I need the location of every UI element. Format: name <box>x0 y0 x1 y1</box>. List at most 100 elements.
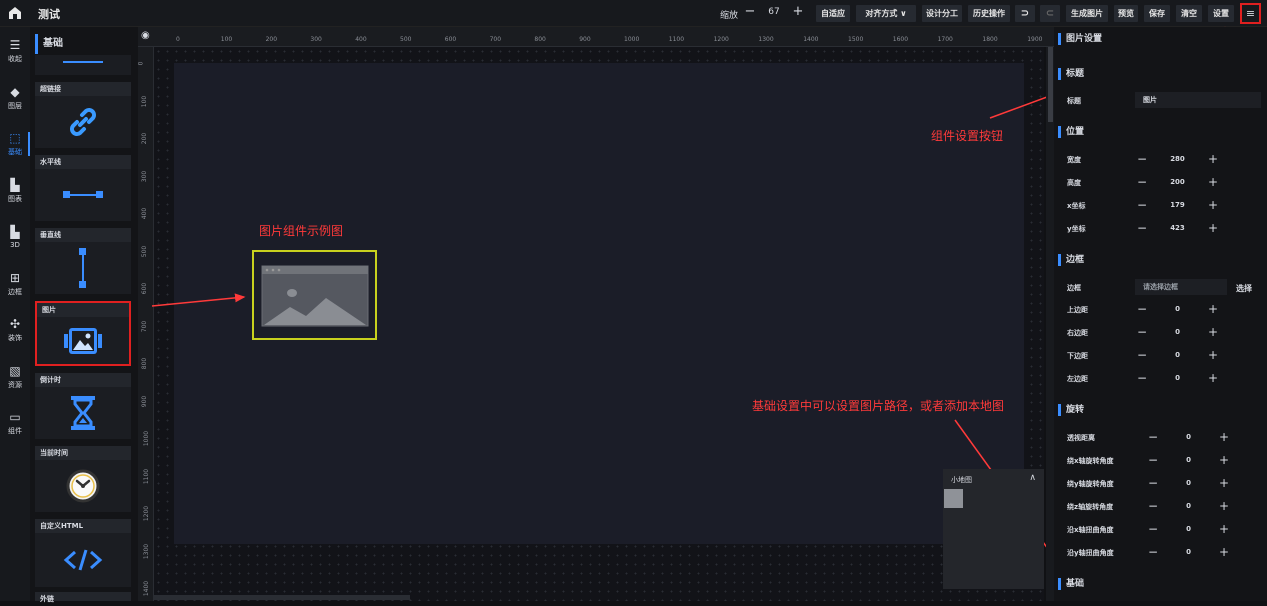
border-choose-button[interactable]: 选择 <box>1236 283 1252 294</box>
stepper-value[interactable]: 0 <box>1152 324 1203 341</box>
increment-button[interactable]: + <box>1205 301 1221 317</box>
history-button[interactable]: 历史操作 <box>968 5 1010 22</box>
number-stepper[interactable]: −0 + <box>1145 498 1232 515</box>
nav-item-8[interactable]: ▭ 组件 <box>0 403 30 443</box>
redo-button[interactable]: ⊂ <box>1040 5 1060 22</box>
vertical-scrollbar[interactable] <box>1046 47 1054 601</box>
stepper-value[interactable]: 0 <box>1163 429 1214 446</box>
undo-button[interactable]: ⊃ <box>1015 5 1035 22</box>
increment-button[interactable]: + <box>1205 220 1221 236</box>
number-stepper[interactable]: −0 + <box>1145 429 1232 446</box>
decrement-button[interactable]: − <box>1145 429 1161 445</box>
decrement-button[interactable]: − <box>1145 498 1161 514</box>
increment-button[interactable]: + <box>1216 475 1232 491</box>
increment-button[interactable]: + <box>1205 151 1221 167</box>
stepper-value[interactable]: 280 <box>1152 151 1203 168</box>
settings-button[interactable]: 设置 <box>1208 5 1234 22</box>
nav-item-7[interactable]: ▧ 资源 <box>0 357 30 397</box>
nav-item-4[interactable]: ▙ 3D <box>0 217 30 257</box>
stepper-value[interactable]: 0 <box>1152 301 1203 318</box>
zoom-value[interactable]: 67 <box>760 7 788 17</box>
decrement-button[interactable]: − <box>1134 174 1150 190</box>
decrement-button[interactable]: − <box>1145 544 1161 560</box>
number-stepper[interactable]: −0 + <box>1134 370 1221 387</box>
card-custom-html[interactable]: 自定义HTML <box>35 519 131 587</box>
increment-button[interactable]: + <box>1205 347 1221 363</box>
vertical-scrollbar-thumb[interactable] <box>1048 47 1053 122</box>
nav-item-1[interactable]: ◆ 图层 <box>0 78 30 118</box>
decrement-button[interactable]: − <box>1134 370 1150 386</box>
stepper-value[interactable]: 0 <box>1163 544 1214 561</box>
zoom-out-button[interactable]: − <box>742 5 758 19</box>
decrement-button[interactable]: − <box>1134 197 1150 213</box>
horizontal-scrollbar[interactable] <box>154 595 410 600</box>
nav-item-6[interactable]: ✣ 装饰 <box>0 310 30 350</box>
decrement-button[interactable]: − <box>1134 324 1150 340</box>
stepper-value[interactable]: 0 <box>1152 370 1203 387</box>
number-stepper[interactable]: −0 + <box>1134 301 1221 318</box>
align-dropdown[interactable]: 对齐方式 ∨ <box>856 5 916 22</box>
image-component-example[interactable] <box>252 250 377 340</box>
nav-item-5[interactable]: ⊞ 边框 <box>0 264 30 304</box>
increment-button[interactable]: + <box>1205 370 1221 386</box>
number-stepper[interactable]: −179 + <box>1134 197 1221 214</box>
save-button[interactable]: 保存 <box>1144 5 1170 22</box>
number-stepper[interactable]: −0 + <box>1134 347 1221 364</box>
stepper-value[interactable]: 179 <box>1152 197 1203 214</box>
preview-button[interactable]: 预览 <box>1114 5 1138 22</box>
decrement-button[interactable]: − <box>1134 347 1150 363</box>
decrement-button[interactable]: − <box>1145 452 1161 468</box>
number-stepper[interactable]: −280 + <box>1134 151 1221 168</box>
number-stepper[interactable]: −423 + <box>1134 220 1221 237</box>
stepper-value[interactable]: 0 <box>1163 475 1214 492</box>
stepper-value[interactable]: 0 <box>1152 347 1203 364</box>
number-stepper[interactable]: −0 + <box>1145 452 1232 469</box>
number-stepper[interactable]: −0 + <box>1134 324 1221 341</box>
increment-button[interactable]: + <box>1216 498 1232 514</box>
decrement-button[interactable]: − <box>1145 475 1161 491</box>
increment-button[interactable]: + <box>1205 174 1221 190</box>
number-stepper[interactable]: −0 + <box>1145 521 1232 538</box>
decrement-button[interactable]: − <box>1145 521 1161 537</box>
decrement-button[interactable]: − <box>1134 301 1150 317</box>
zoom-in-button[interactable]: + <box>790 5 806 19</box>
stepper-value[interactable]: 0 <box>1163 452 1214 469</box>
home-icon[interactable] <box>8 6 22 20</box>
eye-icon[interactable]: ◉ <box>141 30 150 41</box>
chevron-up-icon[interactable]: ∧ <box>1029 473 1036 483</box>
number-stepper[interactable]: −0 + <box>1145 544 1232 561</box>
generate-image-button[interactable]: 生成图片 <box>1066 5 1108 22</box>
card-current-time[interactable]: 当前时间 <box>35 446 131 512</box>
increment-button[interactable]: + <box>1205 324 1221 340</box>
border-select[interactable]: 请选择边框 <box>1135 279 1227 295</box>
card-countdown[interactable]: 倒计时 <box>35 373 131 439</box>
increment-button[interactable]: + <box>1216 521 1232 537</box>
minimap[interactable]: 小地图 ∧ <box>943 469 1044 589</box>
fit-button[interactable]: 自适应 <box>816 5 850 22</box>
nav-item-3[interactable]: ▙ 图表 <box>0 171 30 211</box>
stepper-value[interactable]: 0 <box>1163 521 1214 538</box>
title-input[interactable]: 图片 <box>1135 92 1261 108</box>
increment-button[interactable]: + <box>1216 544 1232 560</box>
card-external-link[interactable]: 外链 <box>35 592 131 603</box>
number-stepper[interactable]: −0 + <box>1145 475 1232 492</box>
card-vertical-line[interactable]: 垂直线 <box>35 228 131 294</box>
stepper-value[interactable]: 423 <box>1152 220 1203 237</box>
nav-item-0[interactable]: ☰ 收起 <box>0 31 30 71</box>
decrement-button[interactable]: − <box>1134 151 1150 167</box>
nav-item-2[interactable]: ⬚ 基础 <box>0 124 30 164</box>
increment-button[interactable]: + <box>1216 429 1232 445</box>
card-horizontal-line[interactable]: 水平线 <box>35 155 131 221</box>
card-link[interactable]: 超链接 <box>35 82 131 148</box>
increment-button[interactable]: + <box>1216 452 1232 468</box>
stepper-value[interactable]: 200 <box>1152 174 1203 191</box>
decrement-button[interactable]: − <box>1134 220 1150 236</box>
component-settings-menu-button[interactable]: ≡ <box>1240 3 1261 24</box>
number-stepper[interactable]: −200 + <box>1134 174 1221 191</box>
increment-button[interactable]: + <box>1205 197 1221 213</box>
minimap-viewport[interactable] <box>944 489 963 508</box>
design-division-button[interactable]: 设计分工 <box>922 5 962 22</box>
clear-button[interactable]: 清空 <box>1176 5 1202 22</box>
stepper-value[interactable]: 0 <box>1163 498 1214 515</box>
card-image[interactable]: 图片 <box>35 301 131 366</box>
